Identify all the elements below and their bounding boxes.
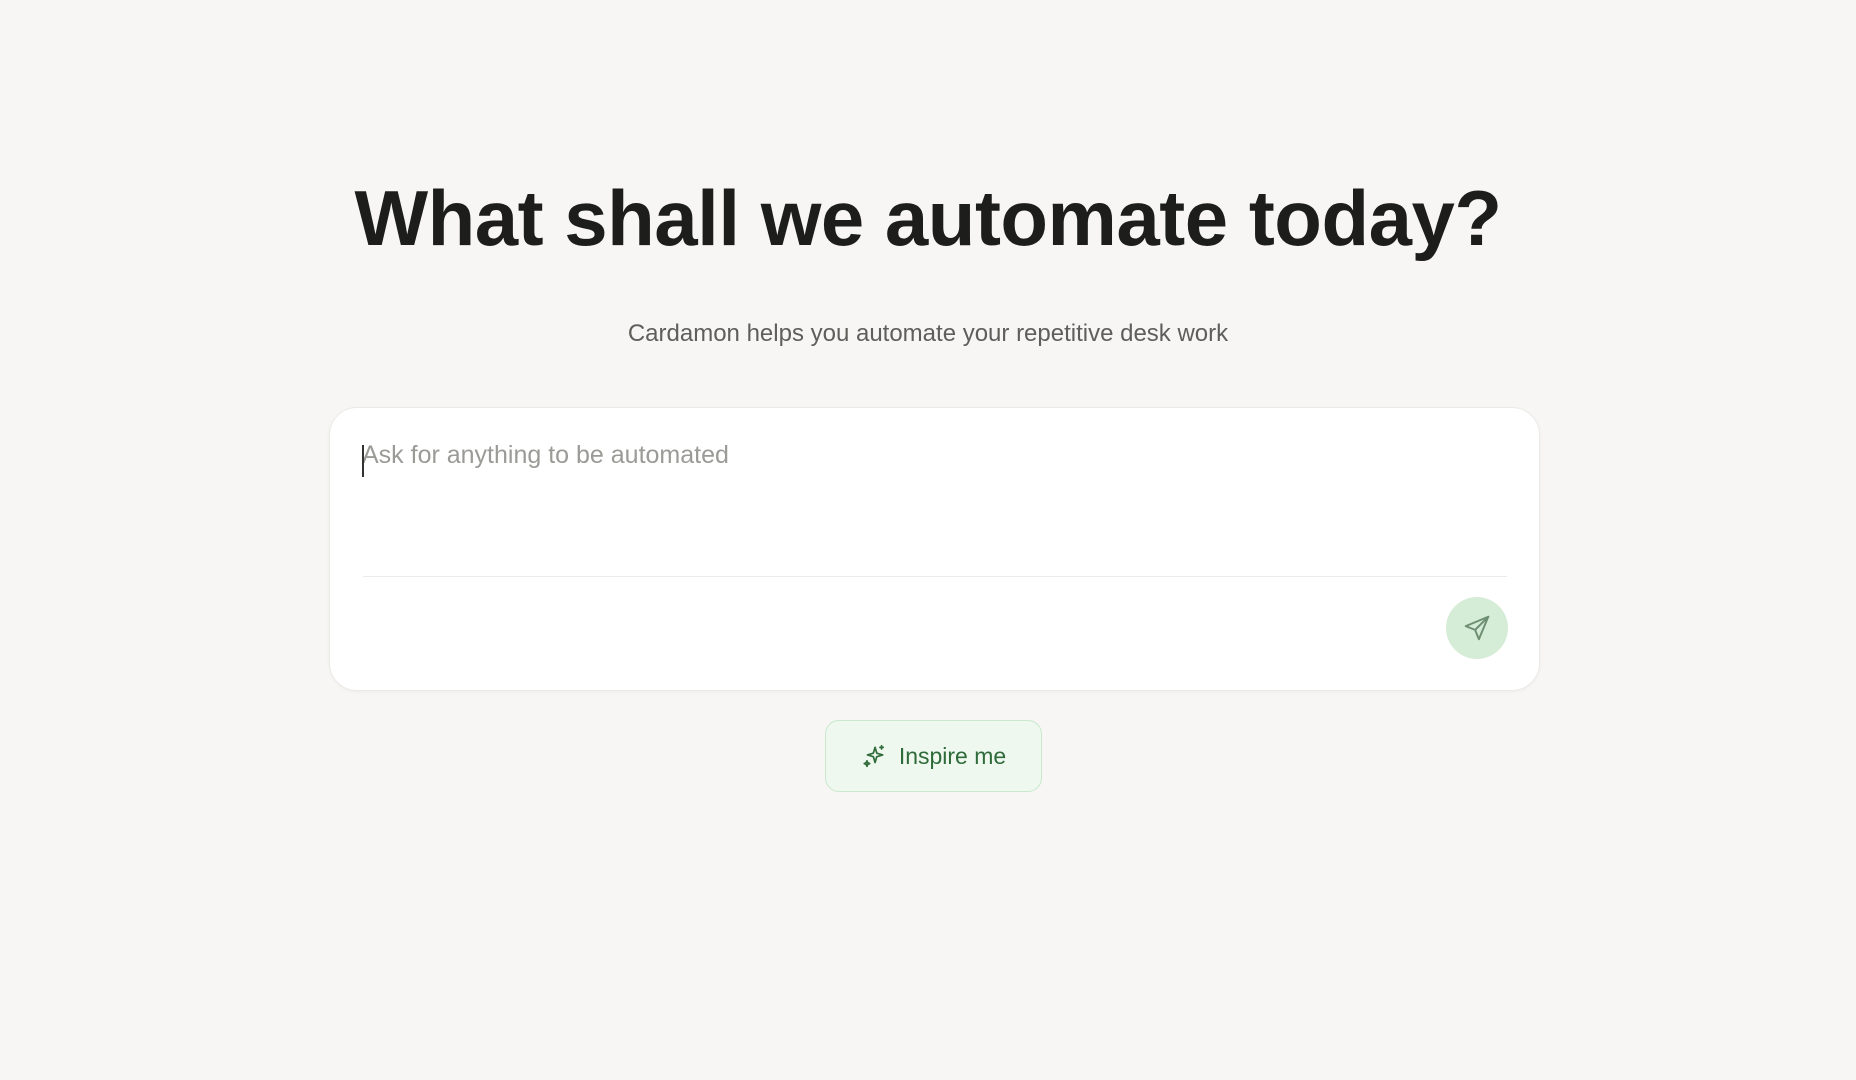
- page-subtitle: Cardamon helps you automate your repetit…: [627, 320, 1229, 347]
- prompt-composer: [329, 407, 1540, 691]
- inspire-me-label: Inspire me: [898, 742, 1007, 769]
- sparkles-icon: [861, 743, 887, 769]
- composer-divider: [363, 576, 1507, 577]
- text-caret: [362, 445, 364, 477]
- send-icon: [1462, 613, 1492, 643]
- inspire-me-button[interactable]: Inspire me: [825, 720, 1042, 792]
- page-title: What shall we automate today?: [354, 174, 1502, 262]
- send-button[interactable]: [1446, 597, 1508, 659]
- page: What shall we automate today? Cardamon h…: [0, 0, 1856, 1080]
- prompt-input[interactable]: [362, 438, 1508, 558]
